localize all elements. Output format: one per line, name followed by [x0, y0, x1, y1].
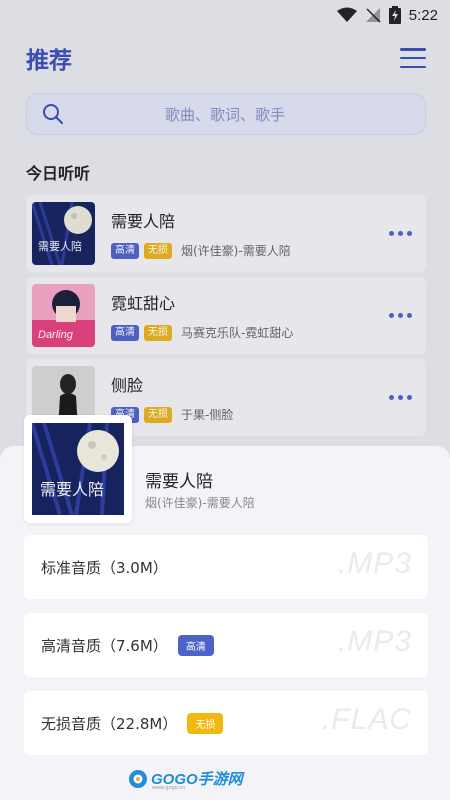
watermark-subtext: www.gogo.cn	[152, 785, 186, 791]
lossless-badge: 无损	[187, 712, 224, 734]
format-watermark: .FLAC	[321, 703, 412, 736]
hq-badge: 高清	[177, 634, 214, 656]
site-watermark: GOGO手游网 www.gogo.cn	[128, 768, 243, 791]
sheet-song-title: 需要人陪	[145, 472, 213, 492]
format-watermark: .MP3	[337, 547, 412, 580]
quality-label: 高清音质（7.6M）	[41, 636, 168, 655]
format-watermark: .MP3	[337, 625, 412, 658]
quality-label: 标准音质（3.0M）	[41, 558, 168, 577]
quality-option-standard[interactable]: 标准音质（3.0M） .MP3	[24, 535, 428, 599]
quality-option-lossless[interactable]: 无损音质（22.8M） 无损 .FLAC	[24, 691, 428, 755]
sheet-song-artist: 烟(许佳豪)-需要人陪	[145, 496, 255, 510]
quality-label: 无损音质（22.8M）	[41, 714, 178, 733]
quality-option-hq[interactable]: 高清音质（7.6M） 高清 .MP3	[24, 613, 428, 677]
gogo-logo-icon	[129, 769, 147, 788]
quality-bottom-sheet: 需要人陪 需要人陪 烟(许佳豪)-需要人陪 标准音质（3.0M） .MP3 高清…	[0, 415, 450, 800]
sheet-album-cover: 需要人陪	[24, 415, 132, 523]
svg-text:需要人陪: 需要人陪	[40, 480, 104, 499]
